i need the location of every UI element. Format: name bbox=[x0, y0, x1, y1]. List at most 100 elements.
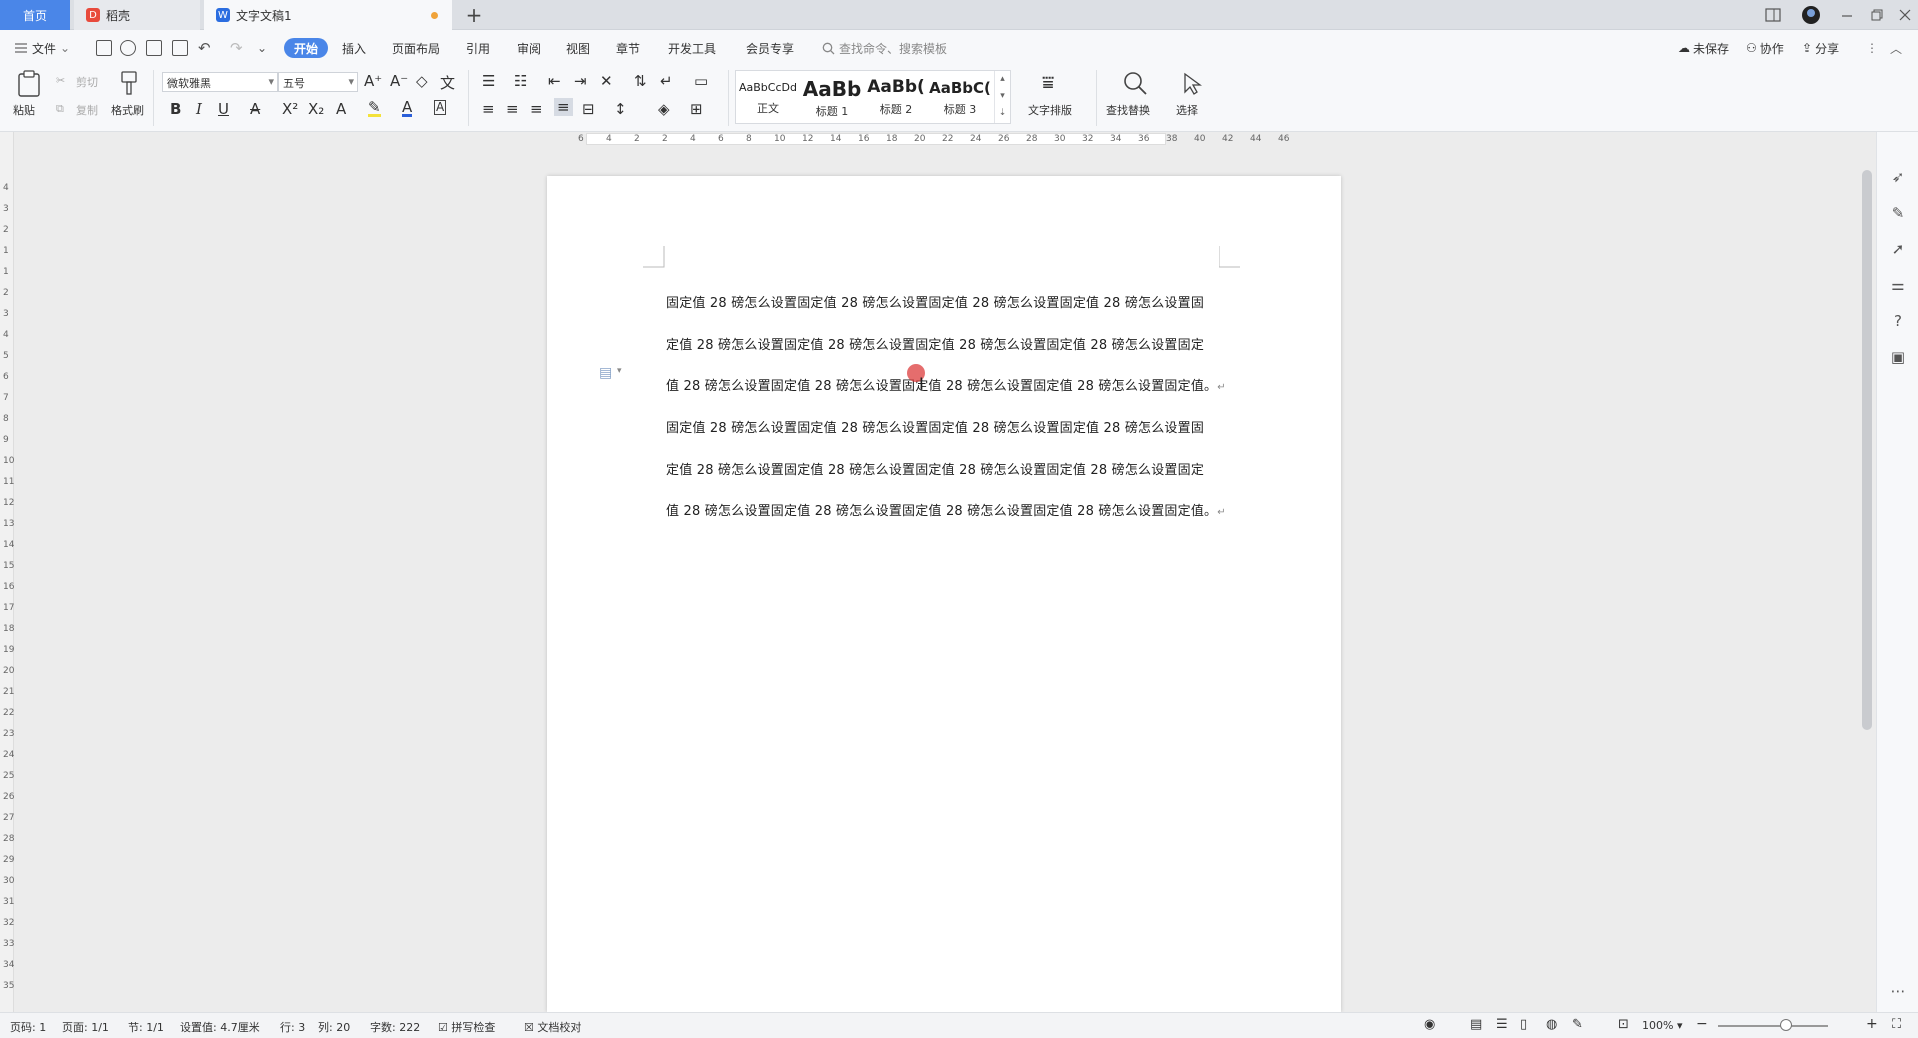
bullet-list-icon[interactable]: ☰ bbox=[482, 72, 495, 90]
tab-view[interactable]: 视图 bbox=[566, 38, 590, 58]
minimize-icon[interactable] bbox=[1836, 4, 1858, 26]
styles-scroll[interactable]: ▴ ▾ ⇣ bbox=[994, 71, 1010, 123]
help-icon[interactable]: ? bbox=[1889, 312, 1907, 330]
document-line[interactable]: 固定值 28 磅怎么设置固定值 28 磅怎么设置固定值 28 磅怎么设置固定值 … bbox=[666, 417, 1204, 436]
strikethrough-icon[interactable]: A bbox=[250, 100, 260, 118]
style-normal[interactable]: AaBbCcDd 正文 bbox=[736, 71, 800, 123]
zoom-slider-knob[interactable] bbox=[1780, 1019, 1792, 1031]
align-left-icon[interactable]: ≡ bbox=[482, 100, 495, 118]
document-line[interactable]: 值 28 磅怎么设置固定值 28 磅怎么设置固定值 28 磅怎么设置固定值 28… bbox=[666, 375, 1226, 394]
font-color-icon[interactable]: A bbox=[402, 100, 413, 117]
write-view-icon[interactable]: ✎ bbox=[1572, 1017, 1583, 1032]
tab-daoke[interactable]: D 稻壳 bbox=[74, 0, 200, 30]
char-border-icon[interactable]: A bbox=[434, 100, 447, 115]
tab-references[interactable]: 引用 bbox=[466, 38, 490, 58]
page-view-icon[interactable]: ▤ bbox=[1470, 1017, 1482, 1032]
shading-icon[interactable]: ◈ bbox=[658, 100, 670, 118]
reading-view-icon[interactable]: ▯ bbox=[1520, 1017, 1527, 1032]
unsaved-button[interactable]: ☁ 未保存 bbox=[1678, 38, 1729, 58]
font-size-select[interactable]: 五号 ▾ bbox=[278, 72, 358, 92]
grow-font-icon[interactable]: A⁺ bbox=[364, 72, 382, 90]
align-right-icon[interactable]: ≡ bbox=[530, 100, 543, 118]
print-preview-icon[interactable] bbox=[172, 40, 188, 56]
line-spacing-icon[interactable]: ↕ bbox=[614, 100, 627, 118]
text-effect-icon[interactable]: A bbox=[336, 100, 346, 118]
zoom-slider-track[interactable] bbox=[1718, 1025, 1828, 1027]
tab-review[interactable]: 审阅 bbox=[517, 38, 541, 58]
zoom-dropdown[interactable]: 100% ▾ bbox=[1642, 1019, 1682, 1032]
print-icon[interactable] bbox=[146, 40, 162, 56]
decrease-indent-icon[interactable]: ⇤ bbox=[548, 72, 561, 90]
document-line[interactable]: 值 28 磅怎么设置固定值 28 磅怎么设置固定值 28 磅怎么设置固定值 28… bbox=[666, 500, 1226, 519]
highlight-icon[interactable]: ✎ bbox=[368, 100, 381, 117]
file-menu[interactable]: 文件 ⌄ bbox=[14, 38, 70, 58]
tab-home[interactable]: 首页 bbox=[0, 0, 70, 30]
export-icon[interactable] bbox=[120, 40, 136, 56]
status-row[interactable]: 行: 3 bbox=[280, 1019, 305, 1035]
sort-icon[interactable]: ⇅ bbox=[634, 72, 647, 90]
restore-icon[interactable] bbox=[1866, 4, 1888, 26]
collaborate-button[interactable]: ⚇ 协作 bbox=[1746, 38, 1784, 58]
chevron-down-icon[interactable]: ▾ bbox=[617, 366, 622, 376]
new-tab-button[interactable]: + bbox=[462, 3, 486, 27]
tab-page-layout[interactable]: 页面布局 bbox=[392, 38, 440, 58]
zoom-out-icon[interactable]: − bbox=[1696, 1016, 1708, 1032]
collapse-ribbon-icon[interactable]: ︿ bbox=[1890, 38, 1902, 58]
adjust-icon[interactable]: ⚌ bbox=[1889, 276, 1907, 294]
justify-icon[interactable]: ≡ bbox=[554, 98, 573, 116]
status-section[interactable]: 节: 1/1 bbox=[128, 1019, 164, 1035]
superscript-icon[interactable]: X² bbox=[282, 100, 298, 118]
tab-insert[interactable]: 插入 bbox=[342, 38, 366, 58]
underline-icon[interactable]: U bbox=[218, 100, 229, 118]
clear-format-icon[interactable]: ◇ bbox=[416, 72, 428, 90]
fullscreen-icon[interactable]: ⛶ bbox=[1892, 1017, 1901, 1032]
close-icon[interactable] bbox=[1894, 4, 1916, 26]
vertical-scrollbar[interactable] bbox=[1862, 170, 1872, 730]
tab-section[interactable]: 章节 bbox=[616, 38, 640, 58]
tab-start[interactable]: 开始 bbox=[284, 38, 329, 58]
image-edit-icon[interactable]: ▣ bbox=[1889, 348, 1907, 366]
redo-icon[interactable]: ↷ bbox=[230, 38, 243, 58]
increase-indent-icon[interactable]: ⇥ bbox=[574, 72, 587, 90]
borders-icon[interactable]: ⊞ bbox=[690, 100, 703, 118]
spell-check-toggle[interactable]: ☑ 拼写检查 bbox=[438, 1019, 495, 1035]
paragraph-handle-icon[interactable]: ▤ bbox=[599, 365, 612, 381]
tab-developer-tools[interactable]: 开发工具 bbox=[668, 38, 716, 58]
numbered-list-icon[interactable]: ☷ bbox=[514, 72, 527, 90]
style-heading-3[interactable]: AaBbC( 标题 3 bbox=[928, 71, 992, 123]
style-heading-2[interactable]: AaBb( 标题 2 bbox=[864, 71, 928, 123]
undo-icon[interactable]: ↶ bbox=[198, 38, 211, 58]
phonetic-guide-icon[interactable]: 文 bbox=[440, 72, 455, 93]
tablet-mode-icon[interactable] bbox=[1762, 4, 1784, 26]
style-heading-1[interactable]: AaBb 标题 1 bbox=[800, 71, 864, 123]
chinese-layout-icon[interactable]: ✕ bbox=[600, 72, 613, 90]
status-page-number[interactable]: 页码: 1 bbox=[10, 1019, 46, 1035]
align-center-icon[interactable]: ≡ bbox=[506, 100, 519, 118]
document-page[interactable]: ▤ ▾ 固定值 28 磅怎么设置固定值 28 磅怎么设置固定值 28 磅怎么设置… bbox=[547, 176, 1341, 1012]
proofread-toggle[interactable]: ☒ 文档校对 bbox=[524, 1019, 581, 1035]
distribute-icon[interactable]: ⊟ bbox=[582, 100, 595, 118]
more-icon[interactable]: ⋯ bbox=[1889, 982, 1907, 1000]
web-view-icon[interactable]: ◍ bbox=[1546, 1017, 1557, 1032]
tab-document[interactable]: W 文字文稿1 bbox=[204, 0, 452, 30]
eye-protection-icon[interactable]: ◉ bbox=[1424, 1017, 1435, 1032]
pen-icon[interactable]: ✎ bbox=[1889, 204, 1907, 222]
font-name-select[interactable]: 微软雅黑 ▾ bbox=[162, 72, 278, 92]
document-line[interactable]: 定值 28 磅怎么设置固定值 28 磅怎么设置固定值 28 磅怎么设置固定值 2… bbox=[666, 334, 1204, 353]
customize-toolbar-icon[interactable]: ⌄ bbox=[257, 38, 267, 58]
zoom-in-icon[interactable]: + bbox=[1866, 1016, 1878, 1032]
tab-member[interactable]: 会员专享 bbox=[746, 38, 794, 58]
outline-view-icon[interactable]: ☰ bbox=[1496, 1017, 1508, 1032]
table-lines-icon[interactable]: ▭ bbox=[694, 72, 708, 90]
shrink-font-icon[interactable]: A⁻ bbox=[390, 72, 408, 90]
document-line[interactable]: 定值 28 磅怎么设置固定值 28 磅怎么设置固定值 28 磅怎么设置固定值 2… bbox=[666, 459, 1204, 478]
status-setting-value[interactable]: 设置值: 4.7厘米 bbox=[180, 1019, 260, 1035]
share-button[interactable]: ⇪ 分享 bbox=[1802, 38, 1839, 58]
rocket-icon[interactable]: ➶ bbox=[1889, 168, 1907, 186]
more-icon[interactable]: ⋮ bbox=[1866, 38, 1878, 58]
subscript-icon[interactable]: X₂ bbox=[308, 100, 324, 118]
save-icon[interactable] bbox=[96, 40, 112, 56]
pointer-icon[interactable]: ➚ bbox=[1889, 240, 1907, 258]
fit-page-icon[interactable]: ⊡ bbox=[1618, 1017, 1629, 1032]
italic-icon[interactable]: I bbox=[196, 100, 202, 118]
